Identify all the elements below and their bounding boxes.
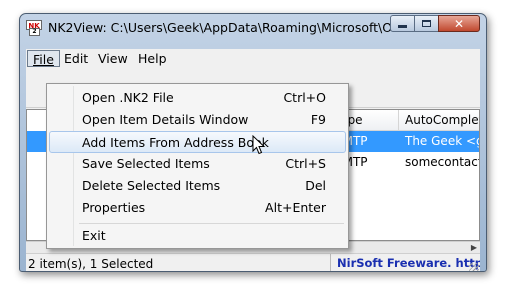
caption-buttons: ✕: [390, 15, 480, 34]
menu-help[interactable]: Help: [133, 50, 172, 67]
menu-item-label: Open .NK2 File: [82, 90, 174, 105]
menu-item-shortcut: Ctrl+S: [285, 156, 326, 171]
menu-item-open-nk2[interactable]: Open .NK2 File Ctrl+O: [49, 87, 346, 109]
app-window: NK 2 NK2View: C:\Users\Geek\AppData\Roam…: [19, 13, 487, 272]
minimize-button[interactable]: [390, 15, 415, 32]
status-item-count: 2 item(s), 1 Selected: [28, 257, 154, 271]
menu-item-label: Add Items From Address Book: [82, 135, 269, 150]
menu-file[interactable]: File: [27, 50, 60, 67]
nirsoft-link[interactable]: NirSoft Freeware. http://w: [330, 254, 480, 271]
menu-item-add-from-address-book[interactable]: Add Items From Address Book: [49, 131, 346, 153]
menu-item-shortcut: Alt+Enter: [265, 200, 326, 215]
menu-view[interactable]: View: [93, 50, 133, 67]
file-menu-dropdown: Open .NK2 File Ctrl+O Open Item Details …: [46, 83, 349, 249]
column-header-autocomplete[interactable]: AutoComplete: [399, 110, 479, 131]
resize-grip[interactable]: [469, 263, 479, 271]
app-icon-bottom: 2: [29, 28, 40, 36]
menu-item-shortcut: Del: [305, 178, 326, 193]
cell-autocomplete: somecontact@: [405, 155, 479, 169]
close-icon: ✕: [453, 16, 465, 31]
minimize-icon: [398, 25, 407, 28]
menu-item-shortcut: Ctrl+O: [283, 90, 326, 105]
menu-view-label: View: [98, 51, 128, 66]
menu-item-label: Open Item Details Window: [82, 112, 249, 127]
scroll-right-icon[interactable]: ▶: [471, 243, 477, 252]
status-bar: 2 item(s), 1 Selected NirSoft Freeware. …: [26, 253, 480, 271]
menu-help-label: Help: [138, 51, 167, 66]
menu-item-label: Properties: [82, 200, 146, 215]
menu-item-shortcut: F9: [310, 112, 326, 127]
menu-item-open-details[interactable]: Open Item Details Window F9: [49, 109, 346, 131]
nk2-app-icon[interactable]: NK 2: [26, 20, 42, 36]
maximize-button[interactable]: [414, 15, 439, 32]
cell-autocomplete: The Geek <ge: [405, 134, 479, 148]
title-bar[interactable]: NK 2 NK2View: C:\Users\Geek\AppData\Roam…: [20, 14, 486, 43]
window-title: NK2View: C:\Users\Geek\AppData\Roaming\M…: [48, 20, 421, 35]
menu-item-delete-selected[interactable]: Delete Selected Items Del: [49, 175, 346, 197]
mouse-pointer-icon: [252, 135, 266, 155]
menu-item-label: Save Selected Items: [82, 156, 210, 171]
menu-item-save-selected[interactable]: Save Selected Items Ctrl+S: [49, 153, 346, 175]
menu-separator: [79, 223, 344, 224]
menu-file-label: File: [33, 52, 54, 67]
menu-item-properties[interactable]: Properties Alt+Enter: [49, 197, 346, 219]
menu-item-label: Exit: [82, 228, 106, 243]
close-button[interactable]: ✕: [438, 15, 480, 32]
maximize-icon: [422, 20, 431, 27]
menu-item-exit[interactable]: Exit: [49, 225, 346, 247]
menu-edit[interactable]: Edit: [59, 50, 93, 67]
menu-bar: File Edit View Help: [26, 49, 480, 69]
menu-item-label: Delete Selected Items: [82, 178, 221, 193]
menu-edit-label: Edit: [64, 51, 89, 66]
